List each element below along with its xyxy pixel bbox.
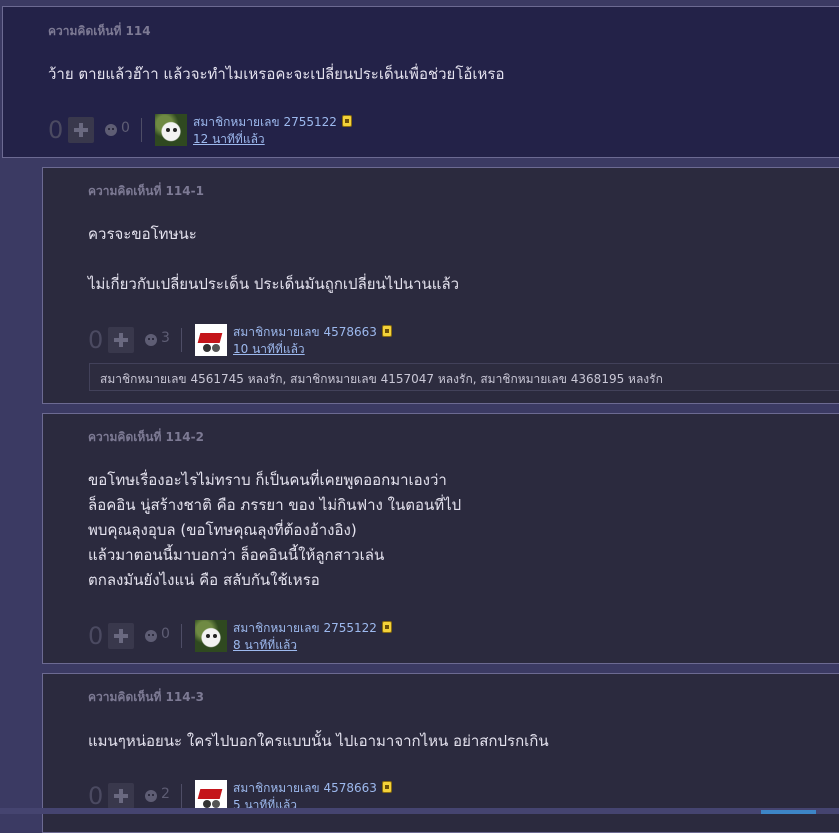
comment-timestamp[interactable]: 8 นาทีที่แล้ว — [233, 636, 297, 655]
comment-title: ความคิดเห็นที่ 114-2 — [88, 430, 204, 444]
plus-vote-button[interactable] — [108, 327, 134, 353]
comment-body: ว้าย ตายแล้วฮ๊าา แล้วจะทำไมเหรอคะจะเปลี่… — [48, 62, 505, 87]
divider — [141, 118, 142, 142]
plus-vote-button[interactable] — [68, 117, 94, 143]
comment-title: ความคิดเห็นที่ 114-3 — [88, 690, 204, 704]
cat-avatar[interactable] — [195, 620, 227, 652]
member-badge-icon — [382, 621, 392, 633]
comment-title: ความคิดเห็นที่ 114-1 — [88, 184, 204, 198]
emotion-members-list[interactable]: สมาชิกหมายเลข 4561745 หลงรัก, สมาชิกหมาย… — [89, 363, 839, 391]
comment-line: ว้าย ตายแล้วฮ๊าา แล้วจะทำไมเหรอคะจะเปลี่… — [48, 65, 505, 83]
plus-vote-button[interactable] — [108, 623, 134, 649]
emotion-icon[interactable] — [145, 790, 157, 802]
emotion-icon[interactable] — [145, 334, 157, 346]
divider — [181, 624, 182, 648]
emotion-icon[interactable] — [105, 124, 117, 136]
wheelbarrow-avatar[interactable] — [195, 324, 227, 356]
emotion-count: 2 — [161, 786, 170, 802]
comment-line: แมนๆหน่อยนะ ใครไปบอกใครแบบนั้น ไปเอามาจา… — [88, 732, 549, 750]
member-badge-icon — [382, 781, 392, 793]
emotion-count: 0 — [161, 626, 170, 642]
comment-body: ขอโทษเรื่องอะไรไม่ทราบ ก็เป็นคนที่เคยพูด… — [88, 468, 461, 593]
member-badge-icon — [382, 325, 392, 337]
comment-line: ไม่เกี่ยวกับเปลี่ยนประเด็น ประเด็นมันถูก… — [88, 275, 460, 293]
comment-meta: 0 0 สมาชิกหมายเลข 2755122 12 นาทีที่แล้ว — [48, 114, 368, 148]
emotion-count: 0 — [121, 120, 130, 136]
comment-114: ความคิดเห็นที่ 114 ว้าย ตายแล้วฮ๊าา แล้ว… — [2, 6, 839, 158]
bottom-accent-bar — [761, 810, 816, 814]
comment-line: พบคุณลุงอุบล (ขอโทษคุณลุงที่ต้องอ้างอิง) — [88, 521, 357, 539]
comment-body: แมนๆหน่อยนะ ใครไปบอกใครแบบนั้น ไปเอามาจา… — [88, 729, 549, 754]
comment-title: ความคิดเห็นที่ 114 — [48, 24, 151, 38]
comment-timestamp[interactable]: 12 นาทีที่แล้ว — [193, 130, 265, 149]
comment-timestamp[interactable]: 10 นาทีที่แล้ว — [233, 340, 305, 359]
comment-114-2: ความคิดเห็นที่ 114-2 ขอโทษเรื่องอะไรไม่ท… — [42, 413, 839, 664]
vote-count: 0 — [88, 326, 104, 354]
comment-line: ล็อคอิน นู่สร้างชาติ คือ ภรรยา ของ ไม่กิ… — [88, 496, 462, 514]
comment-line: ตกลงมันยังไงแน่ คือ สลับกันใช้เหรอ — [88, 571, 320, 589]
emotion-count: 3 — [161, 330, 170, 346]
comment-meta: 0 3 สมาชิกหมายเลข 4578663 10 นาทีที่แล้ว — [88, 324, 408, 358]
comment-meta: 0 0 สมาชิกหมายเลข 2755122 8 นาทีที่แล้ว — [88, 620, 408, 654]
comment-114-1: ความคิดเห็นที่ 114-1 ควรจะขอโทษนะ ไม่เกี… — [42, 167, 839, 404]
member-badge-icon — [342, 115, 352, 127]
plus-vote-button[interactable] — [108, 783, 134, 809]
divider — [181, 784, 182, 808]
emotion-icon[interactable] — [145, 630, 157, 642]
comment-line: ขอโทษเรื่องอะไรไม่ทราบ ก็เป็นคนที่เคยพูด… — [88, 471, 447, 489]
vote-count: 0 — [88, 622, 104, 650]
bottom-bar — [0, 808, 839, 814]
divider — [181, 328, 182, 352]
comment-body: ควรจะขอโทษนะ ไม่เกี่ยวกับเปลี่ยนประเด็น … — [88, 222, 459, 297]
comment-line: ควรจะขอโทษนะ — [88, 225, 197, 243]
vote-count: 0 — [48, 116, 64, 144]
cat-avatar[interactable] — [155, 114, 187, 146]
comment-line: แล้วมาตอนนี้มาบอกว่า ล็อคอินนี้ให้ลูกสาว… — [88, 546, 385, 564]
